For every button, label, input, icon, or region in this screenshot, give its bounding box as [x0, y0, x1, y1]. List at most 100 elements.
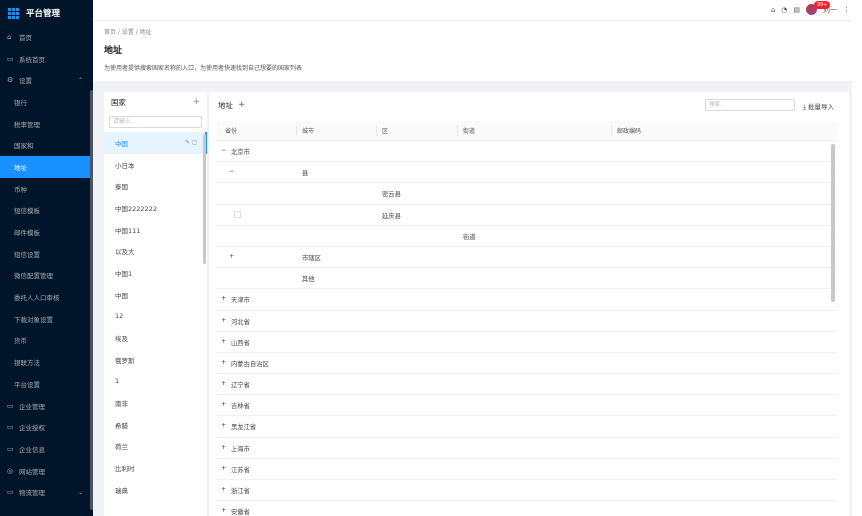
chevron-icon: ⌃: [77, 76, 83, 84]
table-row[interactable]: + 黑龙江省: [217, 416, 837, 438]
column-separator: [296, 126, 297, 136]
table-row[interactable]: 街道: [217, 226, 837, 247]
sidebar-item[interactable]: 短信模板: [0, 200, 93, 222]
expand-icon[interactable]: +: [221, 338, 226, 345]
sidebar-item-label: 国家和: [14, 142, 34, 151]
sidebar-item[interactable]: 平台设置: [0, 373, 93, 395]
sidebar-item[interactable]: ◎ 网站管理: [0, 460, 93, 482]
expand-icon[interactable]: +: [229, 253, 234, 260]
more-icon[interactable]: ⋮: [843, 6, 850, 14]
expand-icon[interactable]: +: [221, 380, 226, 387]
collapse-icon[interactable]: −: [229, 168, 234, 175]
city-cell: 其他: [302, 276, 315, 284]
country-item[interactable]: 南非: [104, 392, 207, 414]
country-item[interactable]: 中国1: [104, 262, 207, 284]
expand-icon[interactable]: +: [221, 422, 226, 429]
add-country-button[interactable]: +: [192, 97, 200, 107]
table-row[interactable]: + 内蒙古自治区: [217, 353, 837, 375]
table-row[interactable]: + 河北省: [217, 311, 837, 332]
history-icon[interactable]: ◔: [781, 6, 787, 14]
table-row[interactable]: + 浙江省: [217, 480, 837, 502]
table-row[interactable]: + 上海市: [217, 438, 837, 459]
delete-icon[interactable]: ◻: [192, 139, 197, 146]
sidebar-item[interactable]: 下载对象设置: [0, 308, 93, 330]
sidebar-item[interactable]: 短信设置: [0, 243, 93, 265]
notification-icon[interactable]: ▤: [793, 6, 800, 14]
window-icon: ▭: [7, 401, 14, 410]
batch-import-button[interactable]: ⤓ 批量导入: [803, 101, 834, 112]
sidebar-item[interactable]: 币种: [0, 178, 93, 200]
table-row[interactable]: + 安徽省: [217, 501, 837, 516]
sidebar-item[interactable]: ▭ 物流管理 ⌄: [0, 481, 93, 503]
sidebar-item[interactable]: ▭ 系统首页: [0, 48, 93, 70]
country-item[interactable]: 以及大: [104, 240, 207, 262]
row-checkbox[interactable]: [234, 210, 241, 218]
country-item[interactable]: 荷兰: [104, 436, 207, 458]
country-item[interactable]: 泰国: [104, 175, 207, 197]
sidebar-item[interactable]: 国家和: [0, 134, 93, 156]
page-scroll-gutter: [852, 0, 862, 516]
country-item[interactable]: 12: [104, 306, 207, 328]
column-header: 区: [382, 128, 389, 135]
expand-icon[interactable]: +: [221, 444, 226, 451]
sidebar-item[interactable]: 地址: [0, 156, 93, 178]
app-logo[interactable]: 平台管理: [0, 0, 93, 26]
country-item[interactable]: 瑞典: [104, 479, 207, 501]
address-table-scrollbar[interactable]: [831, 144, 835, 302]
country-item[interactable]: 中国111: [104, 219, 207, 241]
address-search-input[interactable]: 搜索...: [705, 99, 795, 111]
table-row[interactable]: 延庆县: [217, 205, 837, 226]
table-row[interactable]: − 县: [217, 162, 837, 184]
table-row[interactable]: 其他: [217, 268, 837, 290]
expand-icon[interactable]: +: [221, 465, 226, 472]
expand-icon[interactable]: +: [221, 317, 226, 324]
sidebar-item[interactable]: ⚙ 设置 ⌃: [0, 69, 93, 91]
sidebar-item[interactable]: ⌂ 首页: [0, 26, 93, 48]
table-row[interactable]: + 市辖区: [217, 247, 837, 269]
sidebar-item[interactable]: 邮件模板: [0, 221, 93, 243]
expand-icon[interactable]: +: [221, 507, 226, 514]
sidebar-item[interactable]: ▭ 企业信息: [0, 438, 93, 460]
expand-icon[interactable]: +: [221, 486, 226, 493]
home-icon[interactable]: ⌂: [771, 6, 775, 14]
table-row[interactable]: 密云县: [217, 183, 837, 205]
country-name: 泰国: [115, 183, 128, 192]
city-cell: 市辖区: [302, 254, 321, 262]
table-row[interactable]: + 天津市: [217, 289, 837, 311]
sidebar-item[interactable]: 税率管理: [0, 113, 93, 135]
sidebar-item[interactable]: 货币: [0, 330, 93, 352]
table-row[interactable]: + 山西省: [217, 332, 837, 353]
country-search-input[interactable]: 请输入...: [109, 116, 202, 128]
table-row[interactable]: − 北京市: [217, 141, 837, 163]
country-item[interactable]: 俄罗斯: [104, 349, 207, 371]
table-row[interactable]: + 吉林省: [217, 395, 837, 417]
country-item[interactable]: 中国2222222: [104, 197, 207, 219]
sidebar-item-label: 首页: [19, 33, 32, 42]
sidebar-scrollbar[interactable]: [90, 90, 93, 510]
country-item[interactable]: 中国: [104, 284, 207, 306]
sidebar: 平台管理 ⌂ 首页 ▭ 系统首页 ⚙ 设置 ⌃ 银行 税率管理国家和地址 币种 短信模板 邮件模板 短信…: [0, 0, 93, 516]
collapse-icon[interactable]: −: [221, 147, 226, 154]
sidebar-item[interactable]: 委托人人口审核: [0, 286, 93, 308]
edit-icon[interactable]: ✎: [185, 139, 190, 146]
country-item[interactable]: 1: [104, 371, 207, 393]
country-item[interactable]: 埃及: [104, 327, 207, 349]
sidebar-item-label: 企业授权: [19, 424, 45, 433]
sidebar-item[interactable]: 微信配置管理: [0, 265, 93, 287]
sidebar-item[interactable]: ▭ 企业管理: [0, 395, 93, 417]
expand-icon[interactable]: +: [221, 401, 226, 408]
add-address-button[interactable]: +: [238, 100, 246, 110]
sidebar-item[interactable]: ▭ 企业授权: [0, 416, 93, 438]
expand-icon[interactable]: +: [221, 359, 226, 366]
country-list-scrollbar[interactable]: [203, 134, 206, 264]
sidebar-item[interactable]: 银行: [0, 91, 93, 113]
country-item[interactable]: 希腊: [104, 414, 207, 436]
country-item[interactable]: 小日本: [104, 154, 207, 176]
table-row[interactable]: + 辽宁省: [217, 374, 837, 396]
country-name: 瑞典: [115, 486, 128, 495]
country-item[interactable]: 中国 ✎ ◻: [104, 132, 207, 154]
country-item[interactable]: 比利时: [104, 457, 207, 479]
expand-icon[interactable]: +: [221, 295, 226, 302]
table-row[interactable]: + 江苏省: [217, 459, 837, 480]
sidebar-item[interactable]: 银联方法: [0, 351, 93, 373]
